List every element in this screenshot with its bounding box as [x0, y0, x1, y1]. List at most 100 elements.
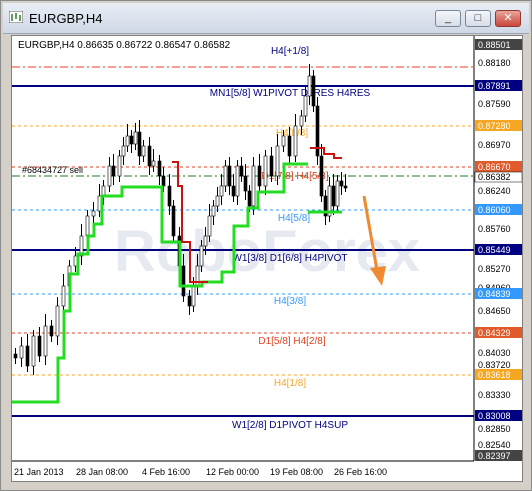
candle-body — [61, 285, 66, 307]
candle-body — [49, 325, 54, 337]
price-tag: 0.86670 — [478, 162, 511, 172]
candle-body — [331, 185, 336, 207]
chart-canvas[interactable]: RoboForex EURGBP,H4 0.86635 0.86722 0.86… — [12, 36, 523, 481]
price-tick: 0.83720 — [478, 360, 511, 370]
candle-body — [133, 131, 138, 145]
candle-body — [171, 205, 176, 237]
price-tag: 0.87891 — [478, 81, 511, 91]
candle-body — [121, 145, 126, 157]
candle-body — [125, 135, 130, 147]
candle-body — [55, 305, 60, 337]
minimize-button[interactable]: _ — [435, 10, 461, 27]
price-tick: 0.85760 — [478, 224, 511, 234]
candle-body — [231, 185, 236, 197]
price-tick: 0.83330 — [478, 390, 511, 400]
close-button[interactable]: ✕ — [495, 10, 521, 27]
candle-body — [343, 185, 348, 189]
price-tag: 0.84329 — [478, 328, 511, 338]
time-tick: 19 Feb 08:00 — [270, 467, 323, 477]
candle-body — [25, 345, 30, 367]
price-tick: 0.88180 — [478, 58, 511, 68]
candle-body — [257, 165, 262, 187]
candle-body — [311, 75, 316, 107]
candle-body — [117, 155, 122, 177]
candle-body — [247, 190, 252, 207]
price-tag: 0.85449 — [478, 245, 511, 255]
candle-body — [85, 215, 90, 237]
price-tick: 0.87590 — [478, 99, 511, 109]
candle-body — [227, 165, 232, 187]
chart-header: EURGBP,H4 0.86635 0.86722 0.86547 0.8658… — [18, 40, 231, 51]
label-h4-plus18: H4[+1/8] — [271, 46, 309, 57]
candle-body — [37, 335, 42, 357]
chart-window-icon — [9, 11, 23, 23]
candle-body — [219, 185, 224, 197]
label-mn1-58: MN1[5/8] W1PIVOT D1RES H4RES — [210, 88, 371, 99]
candle-body — [91, 210, 96, 217]
candle-body — [269, 155, 274, 177]
label-h4-88: H4[8/8] — [276, 128, 308, 139]
price-tick: 0.82540 — [478, 440, 511, 450]
candle-body — [151, 160, 156, 167]
candle-body — [335, 180, 340, 207]
candle-body — [147, 145, 152, 167]
candle-body — [223, 165, 228, 187]
chart-window: EURGBP,H4 _ □ ✕ RoboForex EURGBP,H4 0.86… — [0, 0, 532, 491]
candle-body — [199, 245, 204, 267]
label-d1-58: D1[5/8] H4[2/8] — [258, 336, 325, 347]
candle-body — [161, 175, 166, 187]
candle-body — [141, 145, 146, 157]
candle-body — [303, 95, 308, 117]
trend-line-red-b — [310, 147, 342, 159]
time-tick: 28 Jan 08:00 — [76, 467, 128, 477]
candle-body — [251, 165, 256, 207]
price-tick: 0.86240 — [478, 186, 511, 196]
price-tag: 0.84839 — [478, 289, 511, 299]
candle-body — [293, 125, 298, 157]
candle-body — [239, 165, 244, 177]
time-tick: 26 Feb 16:00 — [334, 467, 387, 477]
price-tick: 0.85270 — [478, 264, 511, 274]
candle-body — [235, 165, 240, 197]
window-title: EURGBP,H4 — [29, 11, 103, 26]
price-chart[interactable]: RoboForex EURGBP,H4 0.86635 0.86722 0.86… — [11, 35, 523, 482]
candle-body — [287, 135, 292, 157]
time-axis: 21 Jan 2013 28 Jan 08:00 4 Feb 16:00 12 … — [14, 467, 387, 477]
maximize-button[interactable]: □ — [465, 10, 491, 27]
candle-body — [129, 135, 134, 145]
candle-body — [339, 180, 344, 187]
candle-body — [203, 235, 208, 247]
candle-body — [31, 335, 36, 367]
candle-body — [13, 353, 18, 359]
candle-body — [319, 155, 324, 197]
price-tick: 0.82850 — [478, 424, 511, 434]
candle-body — [137, 131, 142, 157]
trade-label: #68434727 sell — [22, 165, 83, 175]
price-tag: 0.83008 — [478, 411, 511, 421]
price-axis: 0.88501 0.88180 0.87891 0.87590 0.87280 … — [474, 39, 523, 461]
candle-body — [107, 165, 112, 187]
candle-body — [43, 325, 48, 357]
candle-body — [215, 195, 220, 207]
candle-body — [281, 135, 286, 147]
price-tag: 0.86382 — [478, 172, 511, 182]
price-tick: 0.84030 — [478, 348, 511, 358]
candle-body — [167, 185, 172, 207]
candle-body — [243, 175, 248, 192]
window-titlebar[interactable]: EURGBP,H4 _ □ ✕ — [3, 3, 529, 34]
candle-body — [275, 145, 280, 177]
candle-body — [181, 265, 186, 297]
time-tick: 21 Jan 2013 — [14, 467, 64, 477]
candle-body — [299, 115, 304, 127]
label-h4-18: H4[1/8] — [274, 378, 306, 389]
time-tick: 12 Feb 00:00 — [206, 467, 259, 477]
price-tick: 0.84650 — [478, 306, 511, 316]
label-w1-38: W1[3/8] D1[6/8] H4PIVOT — [232, 253, 347, 264]
candle-body — [191, 285, 196, 307]
candle-body — [263, 155, 268, 187]
price-tag: 0.86060 — [478, 205, 511, 215]
label-h4-38: H4[3/8] — [274, 296, 306, 307]
candle-body — [111, 165, 116, 177]
candle-body — [207, 215, 212, 237]
candle-body — [187, 295, 192, 307]
